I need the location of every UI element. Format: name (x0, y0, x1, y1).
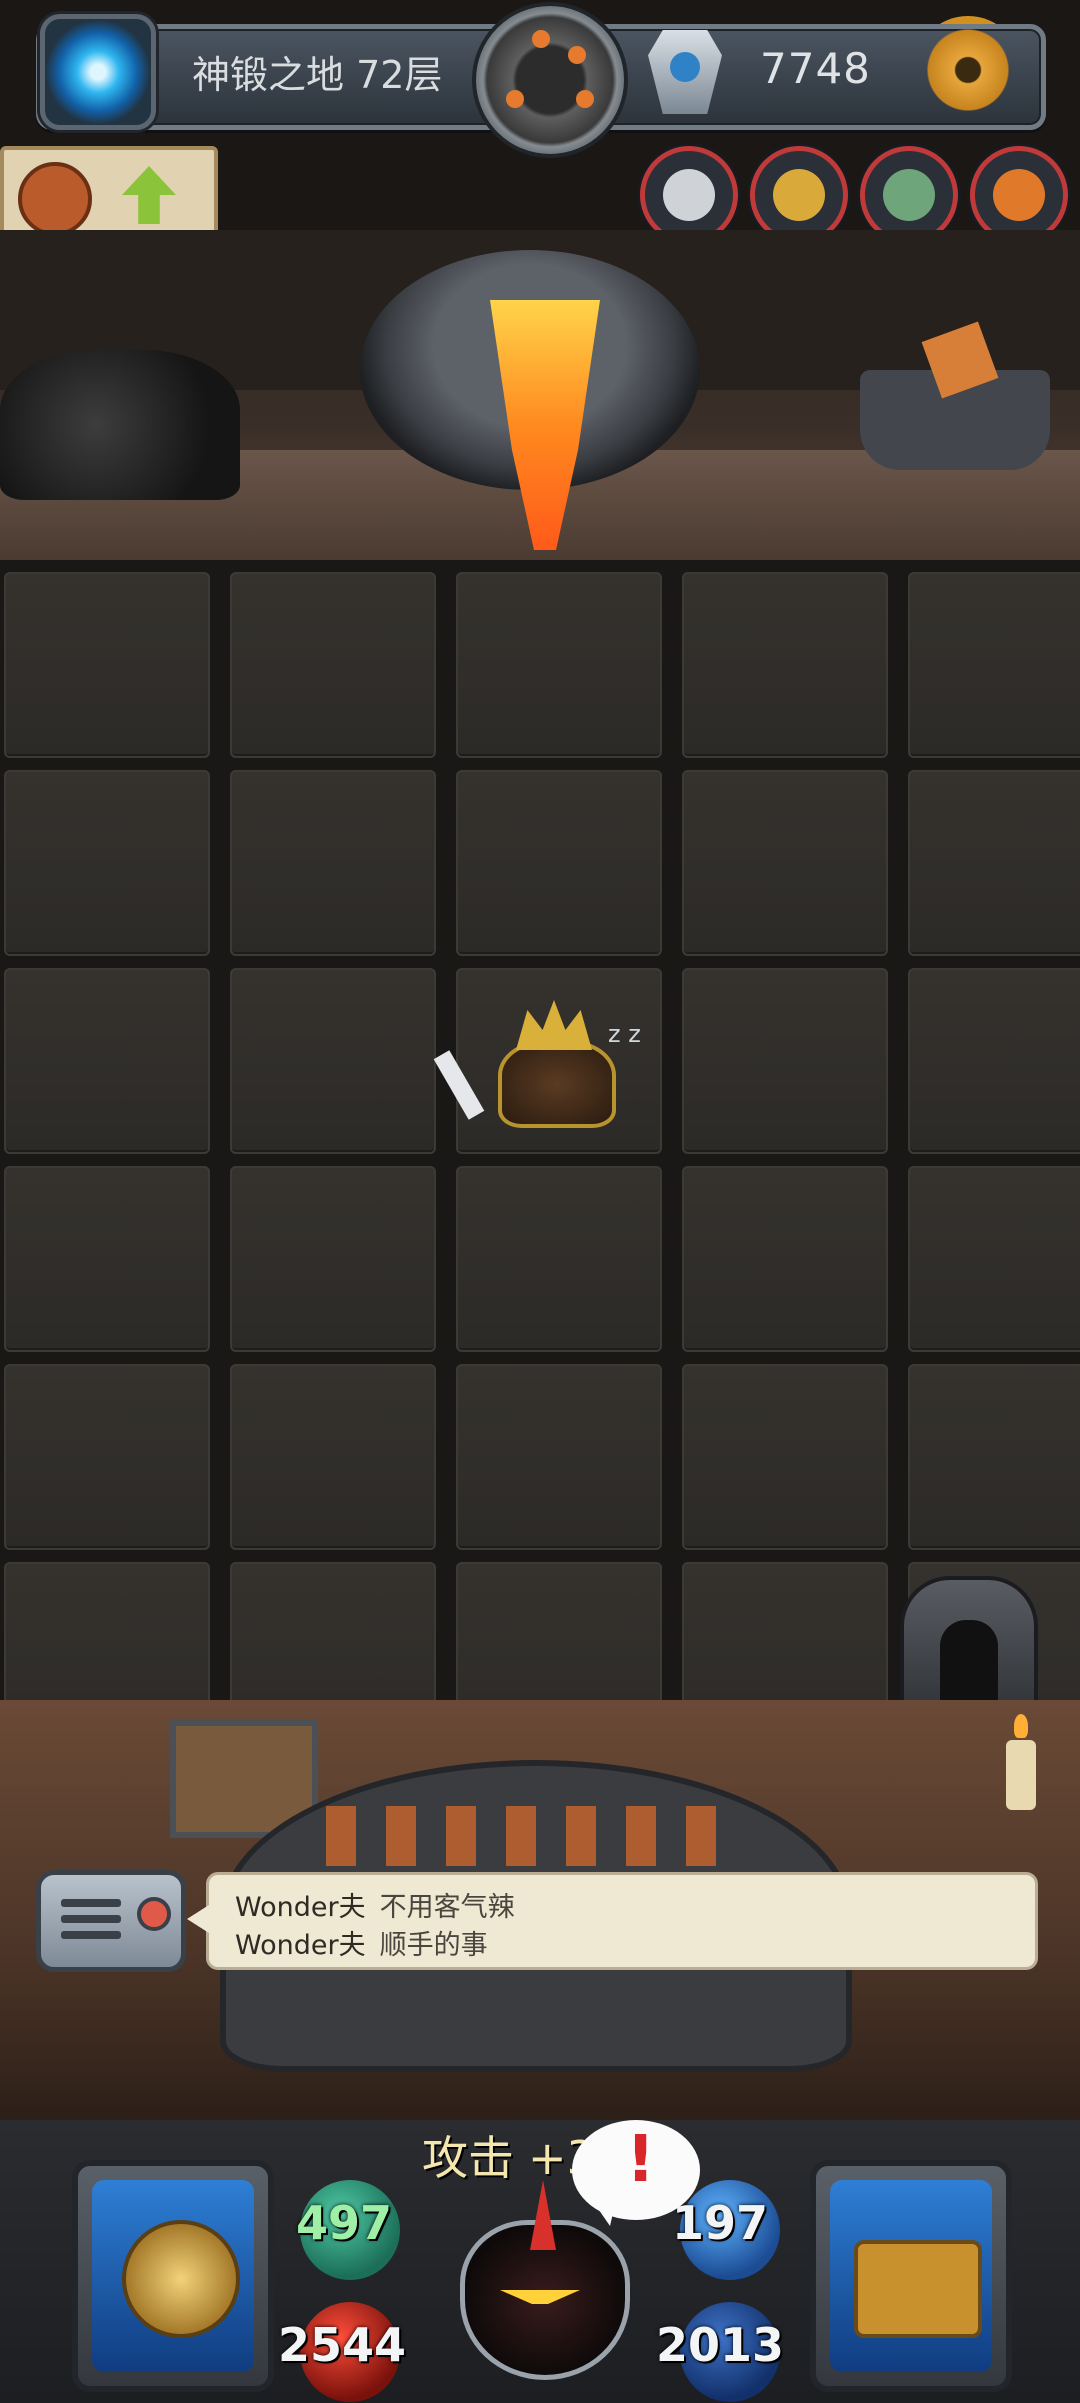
board-tile[interactable] (456, 1166, 662, 1352)
board-tile[interactable] (682, 770, 888, 956)
board-tile[interactable] (4, 770, 210, 956)
sword-icon (433, 1050, 485, 1120)
sleep-indicator: z z (608, 1020, 641, 1048)
board-tile[interactable] (230, 1166, 436, 1352)
medallion-dot (576, 90, 594, 108)
board-tile[interactable] (230, 1364, 436, 1550)
radio-line (61, 1899, 121, 1907)
upgrade-arrow-icon (122, 166, 176, 224)
attack-value: 497 (296, 2196, 393, 2250)
board-tile[interactable] (908, 770, 1080, 956)
dragon-icon (18, 162, 92, 236)
radio-line (61, 1931, 121, 1939)
slot-background (92, 2180, 254, 2372)
chat-text: 顺手的事 (379, 1930, 488, 1961)
board-tile[interactable] (230, 770, 436, 956)
board-tile[interactable] (908, 1364, 1080, 1550)
radio-line (61, 1915, 121, 1923)
slot-background (830, 2180, 992, 2372)
equipment-slot-button[interactable] (72, 2160, 274, 2392)
inventory-slot-button[interactable] (810, 2160, 1012, 2392)
coal-pile (0, 350, 240, 500)
currency-value: 7748 (760, 44, 871, 93)
crown-icon (516, 1000, 592, 1050)
board-tile[interactable] (456, 770, 662, 956)
gold-value: 2013 (656, 2318, 785, 2372)
medallion-dot (568, 46, 586, 64)
settings-gear-icon[interactable] (914, 16, 1022, 124)
attack-label: 攻击 (422, 2131, 514, 2185)
level-title: 神锻之地 72层 (192, 53, 443, 97)
board-tile[interactable] (682, 968, 888, 1154)
board-tile[interactable] (682, 1166, 888, 1352)
helmet-compass-icon (122, 2220, 240, 2338)
board-tile[interactable] (230, 572, 436, 758)
chat-message: Wonder夫 顺手的事 (235, 1923, 488, 1962)
medallion-dot (506, 90, 524, 108)
alert-bubble[interactable]: ! (572, 2120, 700, 2226)
board-tile[interactable] (682, 1364, 888, 1550)
sleeping-king-monster[interactable]: z z (433, 1000, 644, 1150)
chat-text: 不用客气辣 (379, 1892, 515, 1923)
board-tile[interactable] (456, 572, 662, 758)
health-value: 2544 (278, 2318, 407, 2372)
chat-bubble[interactable]: Wonder夫 不用客气辣 Wonder夫 顺手的事 (187, 1872, 1038, 1970)
board-tile[interactable] (908, 572, 1080, 758)
board-tile[interactable] (4, 572, 210, 758)
alert-icon: ! (626, 2123, 656, 2197)
board-tile[interactable] (4, 1364, 210, 1550)
forge-medallion-icon[interactable] (472, 2, 628, 158)
board-tile[interactable] (682, 572, 888, 758)
chat-sender: Wonder夫 (235, 1892, 366, 1923)
defense-value: 197 (672, 2196, 769, 2250)
board-tile[interactable] (4, 1166, 210, 1352)
candle (1006, 1714, 1036, 1810)
chat-sender: Wonder夫 (235, 1930, 366, 1961)
treasure-chest-icon (854, 2240, 982, 2338)
monster-body (498, 1040, 616, 1128)
portal-icon[interactable] (40, 14, 156, 130)
medallion-dot (532, 30, 550, 48)
chat-message: Wonder夫 不用客气辣 (235, 1885, 515, 1924)
chat-radio-button[interactable] (36, 1870, 186, 1972)
forge-banner (0, 230, 1080, 560)
board-tile[interactable] (908, 1166, 1080, 1352)
board-tile[interactable] (230, 968, 436, 1154)
helmet-spike (530, 2180, 556, 2250)
radio-knob-icon (137, 1897, 171, 1931)
board-tile[interactable] (908, 968, 1080, 1154)
board-tile[interactable] (4, 968, 210, 1154)
board-tile[interactable] (456, 1364, 662, 1550)
